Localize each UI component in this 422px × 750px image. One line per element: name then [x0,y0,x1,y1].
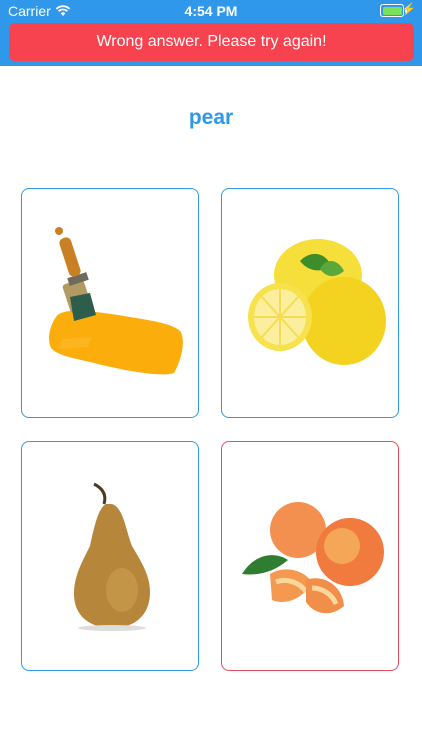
answer-card-peaches[interactable] [221,441,399,671]
clock: 4:54 PM [184,3,238,19]
status-bar: Carrier 4:54 PM ⚡ [0,0,422,22]
pear-image [74,482,150,631]
answer-card-pear[interactable] [21,441,199,671]
peaches-image [242,502,384,614]
question-word: pear [188,106,234,129]
lemons-image [248,239,386,365]
paint-brush-image [49,227,183,375]
answer-card-paint-brush[interactable] [21,188,199,418]
header-bar: Carrier 4:54 PM ⚡ Wrong answer. Please t… [0,0,422,66]
charging-bolt-icon: ⚡ [401,2,416,16]
feedback-banner: Wrong answer. Please try again! [9,23,414,61]
answer-card-lemons[interactable] [221,188,399,418]
